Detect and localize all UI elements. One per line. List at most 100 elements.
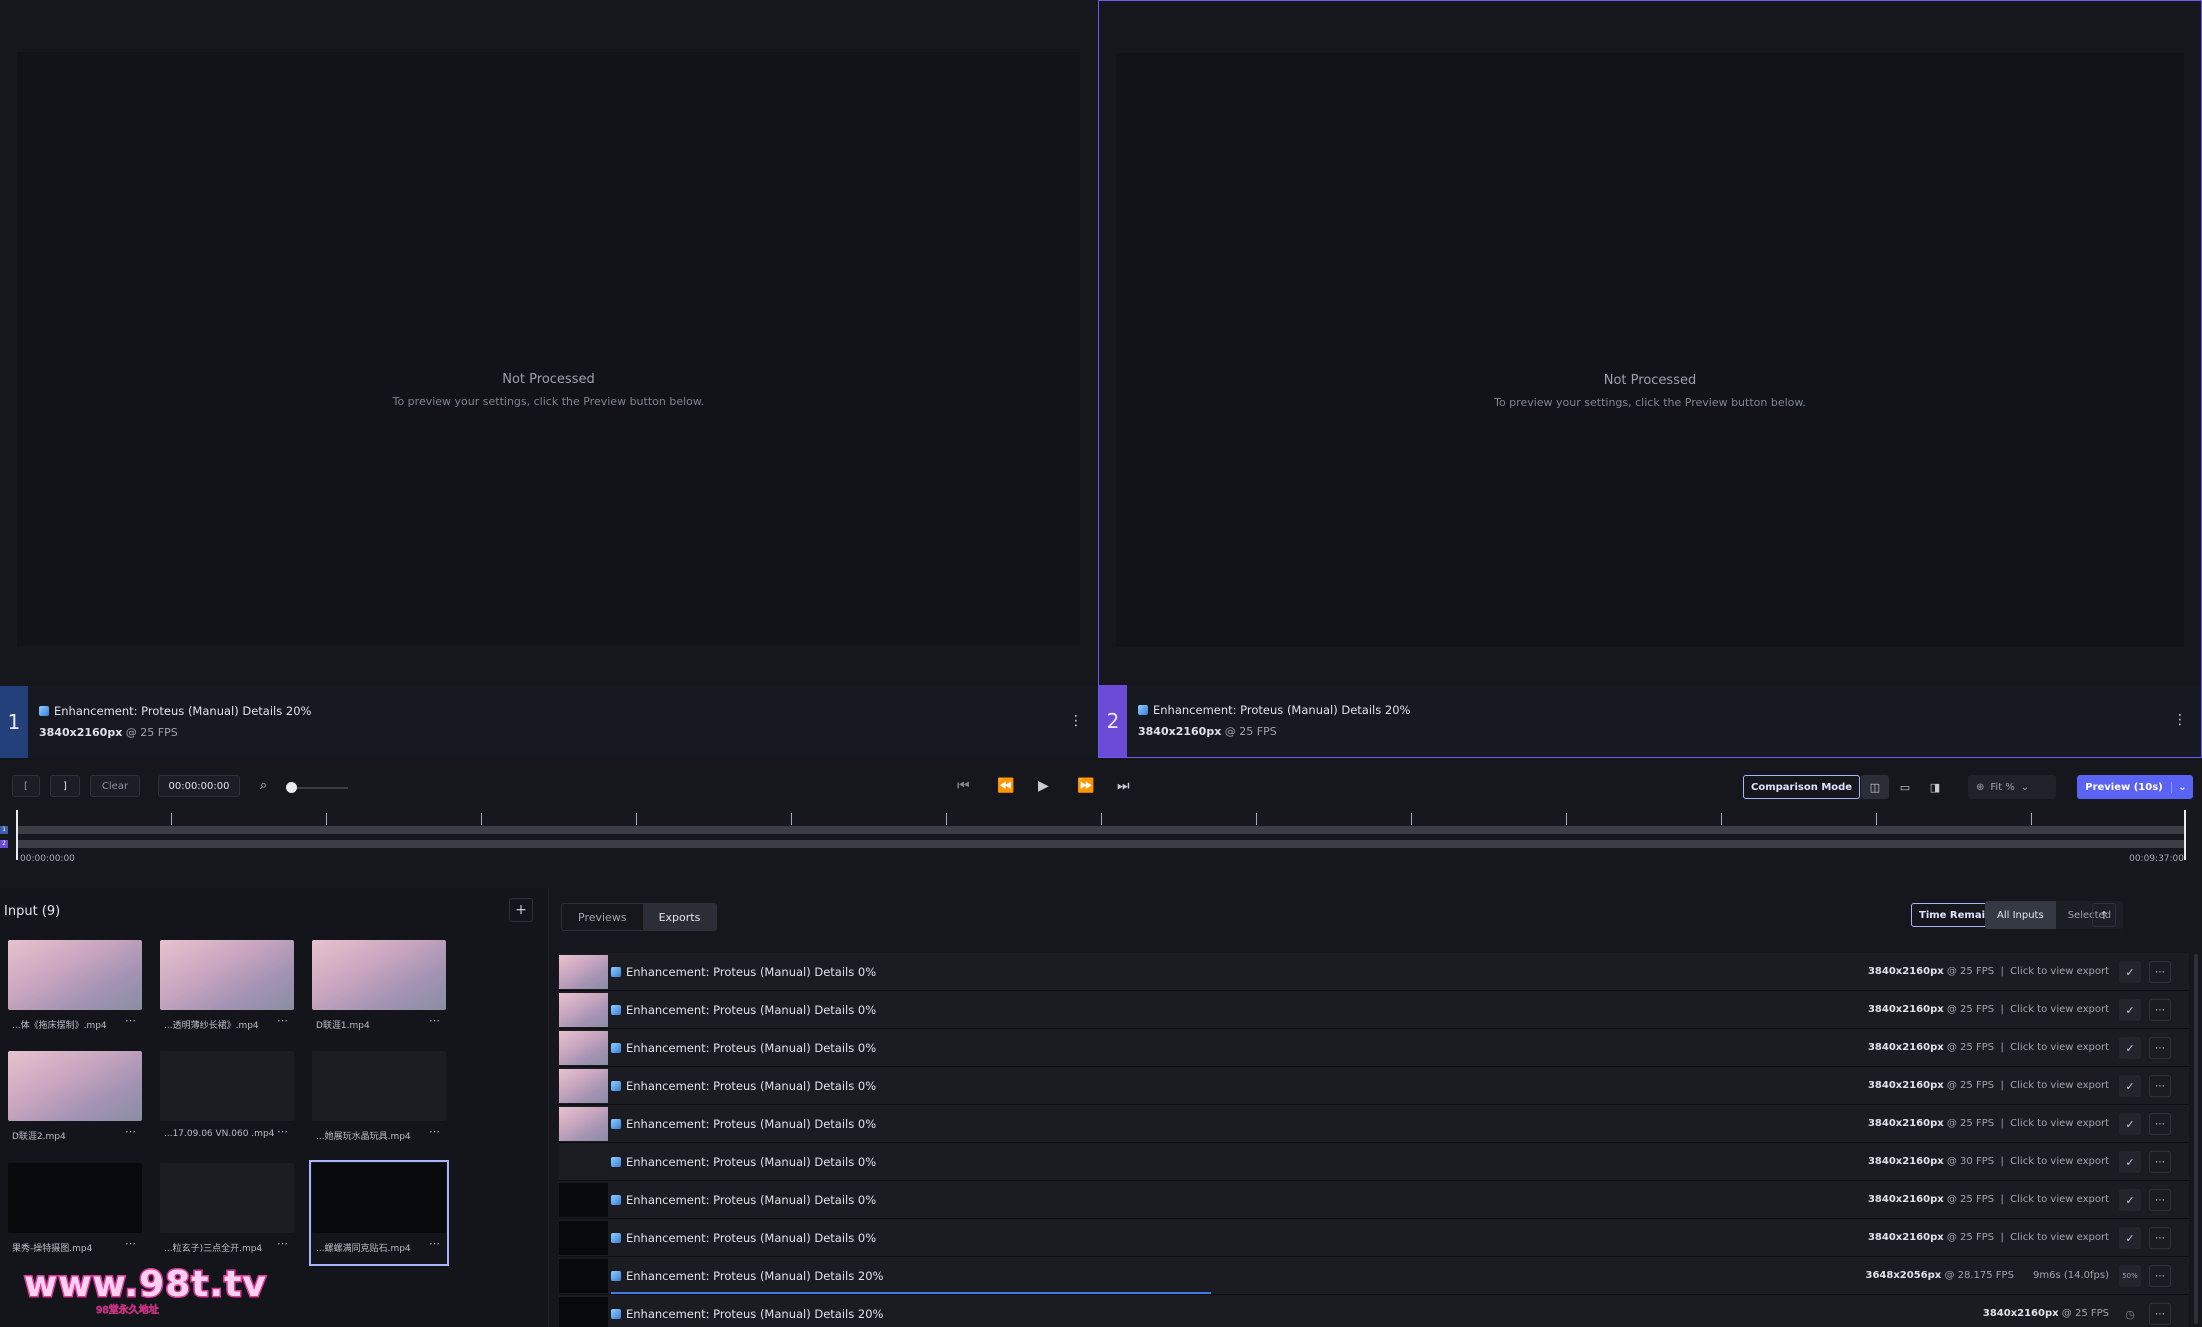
mark-in-button[interactable]: [	[12, 775, 40, 797]
input-file-thumbnail[interactable]: D联涯2.mp4 ⋯	[8, 1051, 142, 1151]
add-input-button[interactable]: +	[509, 898, 533, 922]
export-label-text: Enhancement: Proteus (Manual) Details 0%	[626, 965, 877, 979]
tab-previews[interactable]: Previews	[562, 904, 643, 930]
export-complete-check-icon[interactable]: ✓	[2119, 999, 2141, 1021]
zoom-control[interactable]: ⊕ Fit % ⌄	[1968, 775, 2056, 799]
timeline[interactable]: 1 2 00:00:00:00 00:09:37:00	[0, 808, 2202, 888]
input-file-thumbnail[interactable]: ...她展玩水晶玩具.mp4 ⋯	[312, 1051, 446, 1151]
play-icon[interactable]: ▶	[1038, 779, 1049, 793]
single-view-icon[interactable]: ▭	[1891, 775, 1919, 799]
export-complete-check-icon[interactable]: ✓	[2119, 1189, 2141, 1211]
skip-to-start-icon[interactable]: ⏮	[957, 779, 970, 793]
export-resolution: 3840x2160px	[1867, 1080, 1944, 1091]
clear-button[interactable]: Clear	[90, 775, 140, 797]
pane-menu-icon[interactable]: ⋮	[2173, 713, 2187, 727]
mark-out-button[interactable]: ]	[50, 775, 80, 797]
export-more-icon[interactable]: ⋯	[2149, 1113, 2171, 1135]
timeline-track-2[interactable]	[16, 840, 2186, 848]
input-file-thumbnail[interactable]: D联涯1.mp4 ⋯	[312, 940, 446, 1040]
export-label-text: Enhancement: Proteus (Manual) Details 0%	[626, 1155, 877, 1169]
pane-enhancement-label[interactable]: Enhancement: Proteus (Manual) Details 20…	[39, 704, 311, 718]
file-more-icon[interactable]: ⋯	[277, 1237, 288, 1250]
timeline-tick	[1256, 813, 1257, 825]
export-more-icon[interactable]: ⋯	[2149, 1303, 2171, 1325]
export-row[interactable]: Enhancement: Proteus (Manual) Details 0%…	[559, 1067, 2189, 1105]
comparison-mode-button[interactable]: Comparison Mode	[1743, 775, 1861, 799]
file-more-icon[interactable]: ⋯	[125, 1237, 136, 1250]
export-list-scrollbar[interactable]	[2194, 954, 2198, 1324]
input-file-thumbnail[interactable]: ...透明薄纱长裙》.mp4 ⋯	[160, 940, 294, 1040]
pane-resolution: 3840x2160px @ 25 FPS	[39, 726, 178, 739]
timeline-zoom-slider[interactable]	[292, 787, 348, 789]
export-more-icon[interactable]: ⋯	[2149, 1037, 2171, 1059]
not-processed-message: Not Processed To preview your settings, …	[17, 372, 1080, 408]
export-more-icon[interactable]: ⋯	[2149, 1075, 2171, 1097]
file-more-icon[interactable]: ⋯	[125, 1125, 136, 1138]
playhead[interactable]	[16, 810, 18, 860]
filter-all-inputs[interactable]: All Inputs	[1985, 901, 2056, 929]
export-complete-check-icon[interactable]: ✓	[2119, 1151, 2141, 1173]
model-cube-icon	[611, 1195, 621, 1205]
input-file-thumbnail[interactable]: ...17.09.06 VN.060 .mp4 ⋯	[160, 1051, 294, 1151]
export-info: 3840x2160px @ 25 FPS | Click to view exp…	[1868, 1118, 2109, 1129]
file-more-icon[interactable]: ⋯	[429, 1237, 440, 1250]
side-by-side-view-icon[interactable]: ◫	[1861, 775, 1889, 799]
export-row[interactable]: Enhancement: Proteus (Manual) Details 0%…	[559, 1105, 2189, 1143]
export-thumbnail	[559, 1183, 608, 1217]
export-complete-check-icon[interactable]: ✓	[2119, 1113, 2141, 1135]
export-more-icon[interactable]: ⋯	[2149, 999, 2171, 1021]
model-cube-icon	[611, 1119, 621, 1129]
export-info: 3840x2160px @ 30 FPS | Click to view exp…	[1868, 1156, 2109, 1167]
export-row[interactable]: Enhancement: Proteus (Manual) Details 0%…	[559, 1181, 2189, 1219]
export-more-icon[interactable]: ⋯	[2149, 1265, 2171, 1287]
file-more-icon[interactable]: ⋯	[125, 1014, 136, 1027]
preview-pane-1[interactable]: Not Processed To preview your settings, …	[0, 0, 1097, 758]
export-row[interactable]: Enhancement: Proteus (Manual) Details 0%…	[559, 1219, 2189, 1257]
export-row[interactable]: Enhancement: Proteus (Manual) Details 0%…	[559, 1029, 2189, 1067]
export-more-icon[interactable]: ⋯	[2149, 1151, 2171, 1173]
export-complete-check-icon[interactable]: ✓	[2119, 1075, 2141, 1097]
timeline-tick	[791, 813, 792, 825]
export-row[interactable]: Enhancement: Proteus (Manual) Details 0%…	[559, 953, 2189, 991]
file-more-icon[interactable]: ⋯	[429, 1125, 440, 1138]
split-view-icon[interactable]: ◨	[1921, 775, 1949, 799]
tab-exports[interactable]: Exports	[642, 904, 717, 930]
step-forward-icon[interactable]: ⏩	[1077, 779, 1094, 793]
export-row[interactable]: Enhancement: Proteus (Manual) Details 0%…	[559, 991, 2189, 1029]
model-cube-icon	[611, 1309, 621, 1319]
preview-viewport-1[interactable]: Not Processed To preview your settings, …	[17, 52, 1080, 646]
input-file-thumbnail[interactable]: ...体《拖床摆制》.mp4 ⋯	[8, 940, 142, 1040]
export-row[interactable]: Enhancement: Proteus (Manual) Details 20…	[559, 1257, 2189, 1295]
timeline-zoom-knob[interactable]	[286, 782, 297, 793]
file-more-icon[interactable]: ⋯	[277, 1014, 288, 1027]
timeline-track-1[interactable]	[16, 826, 2186, 834]
export-row[interactable]: Enhancement: Proteus (Manual) Details 20…	[559, 1295, 2189, 1327]
out-point-marker[interactable]	[2184, 810, 2186, 860]
skip-to-end-icon[interactable]: ⏭	[1117, 779, 1130, 793]
step-back-icon[interactable]: ⏪	[997, 779, 1014, 793]
model-cube-icon	[611, 1043, 621, 1053]
preview-dropdown-chevron-icon[interactable]: ⌄	[2171, 781, 2193, 793]
preview-pane-2[interactable]: Not Processed To preview your settings, …	[1098, 0, 2202, 758]
export-more-icon[interactable]: ⋯	[2149, 1189, 2171, 1211]
export-label: Enhancement: Proteus (Manual) Details 0%	[611, 1041, 876, 1055]
pane-menu-icon[interactable]: ⋮	[1069, 714, 1083, 728]
export-complete-check-icon[interactable]: ✓	[2119, 961, 2141, 983]
input-file-thumbnail[interactable]: ...螺螺满同克贴石.mp4 ⋯	[309, 1160, 449, 1266]
export-label: Enhancement: Proteus (Manual) Details 20…	[611, 1269, 883, 1283]
export-more-icon[interactable]: ⋯	[2149, 961, 2171, 983]
timecode-field[interactable]: 00:00:00:00	[158, 775, 240, 797]
export-resolution: 3840x2160px	[1867, 1004, 1944, 1015]
sort-arrow-icon[interactable]: ↑	[2092, 903, 2116, 927]
export-complete-check-icon[interactable]: ✓	[2119, 1227, 2141, 1249]
file-more-icon[interactable]: ⋯	[429, 1014, 440, 1027]
file-more-icon[interactable]: ⋯	[277, 1125, 288, 1138]
preview-button[interactable]: Preview (10s) ⌄	[2077, 775, 2193, 799]
pane-enhancement-label[interactable]: Enhancement: Proteus (Manual) Details 20…	[1138, 703, 1410, 717]
input-file-thumbnail[interactable]: 果秀-操特摄图.mp4 ⋯	[8, 1163, 142, 1263]
preview-viewport-2[interactable]: Not Processed To preview your settings, …	[1116, 53, 2184, 647]
export-more-icon[interactable]: ⋯	[2149, 1227, 2171, 1249]
input-file-thumbnail[interactable]: ...粒玄子)三点全开.mp4 ⋯	[160, 1163, 294, 1263]
export-complete-check-icon[interactable]: ✓	[2119, 1037, 2141, 1059]
export-row[interactable]: Enhancement: Proteus (Manual) Details 0%…	[559, 1143, 2189, 1181]
